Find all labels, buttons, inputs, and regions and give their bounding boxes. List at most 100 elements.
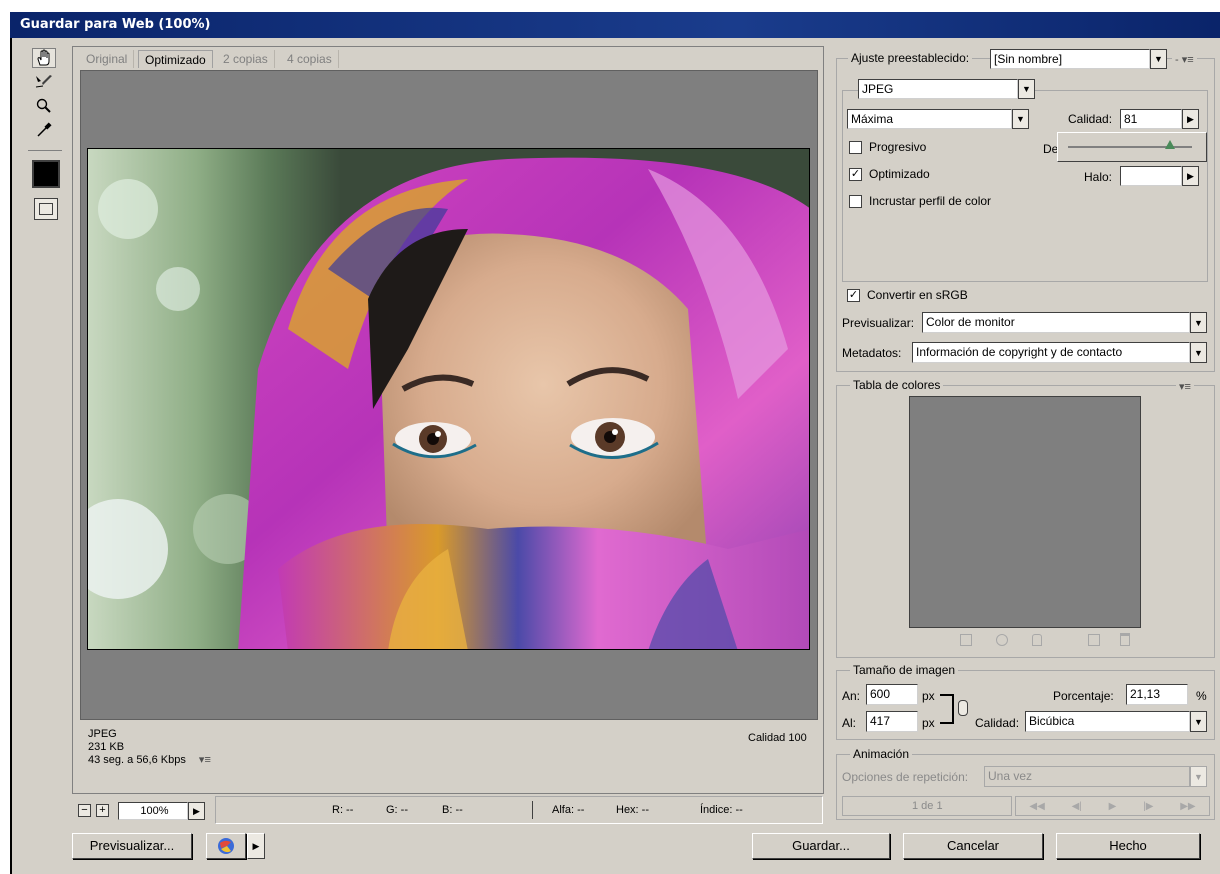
tab-original[interactable]: Original bbox=[80, 50, 135, 68]
blue-readout: B: -- bbox=[442, 804, 463, 816]
halo-dropdown-button[interactable]: ▶ bbox=[1182, 166, 1199, 186]
animation-nav-buttons: ◀◀ ◀| ▶ |▶ ▶▶ bbox=[1015, 796, 1210, 816]
tab-2-up[interactable]: 2 copias bbox=[217, 50, 275, 68]
preset-label: Ajuste preestablecido: bbox=[848, 51, 973, 65]
zoom-level-field[interactable]: 100% bbox=[118, 802, 188, 820]
slice-select-icon[interactable] bbox=[32, 72, 56, 92]
hand-tool-icon[interactable] bbox=[32, 48, 56, 68]
repeat-dropdown-button[interactable]: ▼ bbox=[1190, 766, 1207, 787]
lock-color-icon bbox=[1032, 634, 1042, 646]
width-field[interactable]: 600 bbox=[866, 684, 918, 705]
previous-frame-icon[interactable]: ◀| bbox=[1072, 801, 1082, 812]
zoom-icon[interactable] bbox=[32, 96, 56, 116]
percent-label: Porcentaje: bbox=[1053, 689, 1114, 703]
zoom-menu-button[interactable]: ▶ bbox=[188, 802, 205, 820]
frame-counter: 1 de 1 bbox=[912, 800, 943, 812]
zoom-in-button[interactable]: + bbox=[96, 804, 109, 817]
status-divider bbox=[532, 801, 533, 819]
quality-slider-popup bbox=[1057, 132, 1207, 162]
alpha-readout: Alfa: -- bbox=[552, 804, 585, 816]
color-table-menu-icon[interactable]: ▾≡ bbox=[1176, 380, 1194, 393]
toolbox bbox=[26, 46, 64, 236]
index-readout: Índice: -- bbox=[700, 804, 743, 816]
quality-field[interactable]: 81 bbox=[1120, 109, 1182, 129]
progressive-label: Progresivo bbox=[869, 140, 927, 154]
transparency-map-icon bbox=[960, 634, 972, 646]
green-readout: G: -- bbox=[386, 804, 408, 816]
preset-select[interactable]: [Sin nombre] bbox=[990, 49, 1150, 69]
cancel-button[interactable]: Cancelar bbox=[903, 833, 1043, 859]
delete-color-icon bbox=[1120, 633, 1130, 646]
tab-4-up[interactable]: 4 copias bbox=[281, 50, 339, 68]
done-button[interactable]: Hecho bbox=[1056, 833, 1200, 859]
metadata-label: Metadatos: bbox=[842, 346, 902, 360]
quality-slider-button[interactable]: ▶ bbox=[1182, 109, 1199, 129]
preview-mode-dropdown-button[interactable]: ▼ bbox=[1190, 312, 1207, 333]
resample-quality-label: Calidad: bbox=[975, 716, 1020, 730]
constrain-bracket bbox=[940, 694, 954, 724]
metadata-dropdown-button[interactable]: ▼ bbox=[1190, 342, 1207, 363]
eyedropper-color-swatch[interactable] bbox=[32, 160, 60, 188]
resample-quality-select[interactable]: Bicúbica bbox=[1025, 711, 1190, 732]
optimized-checkbox[interactable]: ✓ bbox=[849, 168, 862, 181]
height-field[interactable]: 417 bbox=[866, 711, 918, 732]
halo-label: Halo: bbox=[1084, 170, 1113, 184]
format-dropdown-button[interactable]: ▼ bbox=[1018, 79, 1035, 99]
width-label: An: bbox=[842, 689, 861, 703]
save-button[interactable]: Guardar... bbox=[752, 833, 890, 859]
repeat-options-select[interactable]: Una vez bbox=[984, 766, 1190, 787]
play-icon[interactable]: ▶ bbox=[1109, 801, 1117, 812]
browser-menu-button[interactable]: ▶ bbox=[247, 833, 265, 859]
next-frame-icon[interactable]: |▶ bbox=[1143, 801, 1153, 812]
quality-slider-thumb[interactable] bbox=[1164, 140, 1175, 149]
hex-readout: Hex: -- bbox=[616, 804, 649, 816]
preset-dropdown-button[interactable]: ▼ bbox=[1150, 49, 1167, 69]
toggle-slices-icon[interactable] bbox=[34, 198, 58, 220]
embed-profile-checkbox[interactable] bbox=[849, 195, 862, 208]
metadata-select[interactable]: Información de copyright y de contacto bbox=[912, 342, 1190, 363]
info-format: JPEG bbox=[88, 728, 117, 740]
last-frame-icon[interactable]: ▶▶ bbox=[1180, 801, 1195, 812]
tab-optimized[interactable]: Optimizado bbox=[138, 50, 213, 68]
first-frame-icon[interactable]: ◀◀ bbox=[1029, 801, 1044, 812]
convert-srgb-checkbox[interactable]: ✓ bbox=[847, 289, 860, 302]
convert-srgb-label: Convertir en sRGB bbox=[867, 288, 968, 302]
compression-dropdown-button[interactable]: ▼ bbox=[1012, 109, 1029, 129]
link-icon[interactable] bbox=[958, 700, 968, 716]
browser-icon[interactable] bbox=[206, 833, 246, 859]
optimized-label: Optimizado bbox=[869, 167, 930, 181]
quality-label: Calidad: bbox=[1068, 112, 1113, 126]
zoom-out-button[interactable]: − bbox=[78, 804, 91, 817]
info-file-size: 231 KB bbox=[88, 741, 125, 753]
progressive-checkbox[interactable] bbox=[849, 141, 862, 154]
download-menu-icon[interactable]: ▾≡ bbox=[199, 754, 211, 766]
web-snap-icon bbox=[996, 634, 1008, 646]
percent-unit: % bbox=[1196, 689, 1207, 703]
image-info: JPEG 231 KB 43 seg. a 56,6 Kbps ▾≡ bbox=[88, 728, 211, 767]
animation-title: Animación bbox=[850, 747, 913, 761]
eyedropper-icon[interactable] bbox=[32, 120, 56, 140]
red-readout: R: -- bbox=[332, 804, 354, 816]
window-title: Guardar para Web (100%) bbox=[10, 12, 1220, 38]
halo-color-field[interactable] bbox=[1120, 166, 1182, 186]
height-label: Al: bbox=[842, 716, 857, 730]
info-download-time: 43 seg. a 56,6 Kbps ▾≡ bbox=[88, 754, 211, 766]
width-unit: px bbox=[922, 689, 935, 703]
format-select[interactable]: JPEG bbox=[858, 79, 1018, 99]
embed-profile-label: Incrustar perfil de color bbox=[869, 194, 992, 208]
compression-quality-select[interactable]: Máxima bbox=[847, 109, 1012, 129]
preview-image[interactable] bbox=[87, 148, 810, 650]
zoom-controls: − + 100% ▶ bbox=[78, 802, 210, 820]
resample-dropdown-button[interactable]: ▼ bbox=[1190, 711, 1207, 732]
color-table-swatches[interactable] bbox=[909, 396, 1141, 628]
percent-field[interactable]: 21,13 bbox=[1126, 684, 1188, 705]
new-color-icon bbox=[1088, 634, 1100, 646]
preview-mode-select[interactable]: Color de monitor bbox=[922, 312, 1190, 333]
preview-in-browser-button[interactable]: Previsualizar... bbox=[72, 833, 192, 859]
preview-mode-label: Previsualizar: bbox=[842, 316, 915, 330]
preset-menu-icon[interactable]: - ▾≡ bbox=[1172, 53, 1197, 66]
color-table-title: Tabla de colores bbox=[850, 378, 944, 392]
info-quality: Calidad 100 bbox=[748, 732, 807, 744]
image-size-title: Tamaño de imagen bbox=[850, 663, 959, 677]
repeat-options-label: Opciones de repetición: bbox=[842, 770, 969, 784]
